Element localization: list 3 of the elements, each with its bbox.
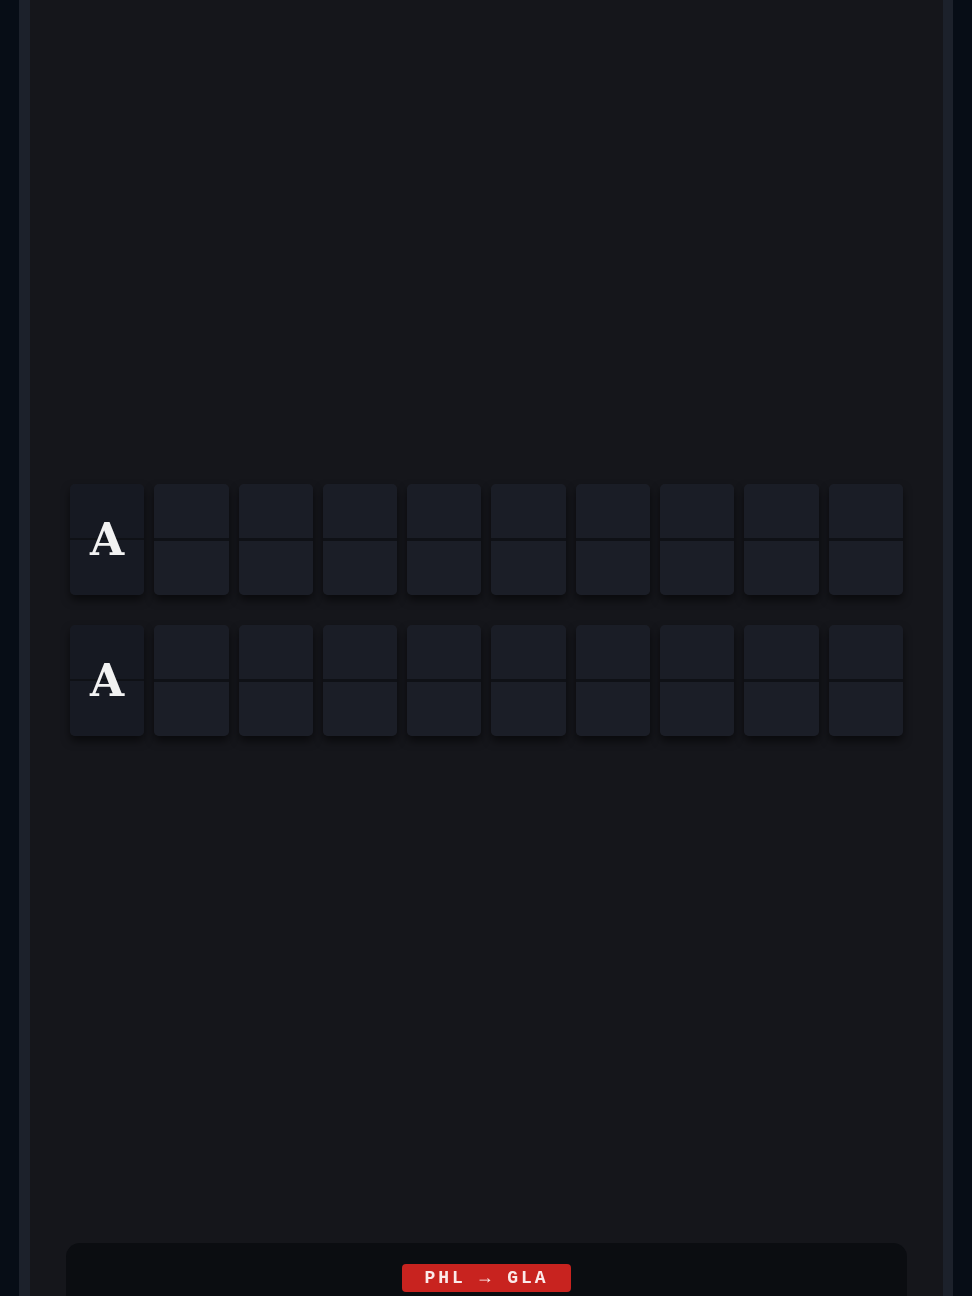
route-badge: PHL → GLA [402, 1264, 571, 1292]
letter-tile: A [70, 484, 145, 595]
letter-tile: A [70, 625, 145, 736]
